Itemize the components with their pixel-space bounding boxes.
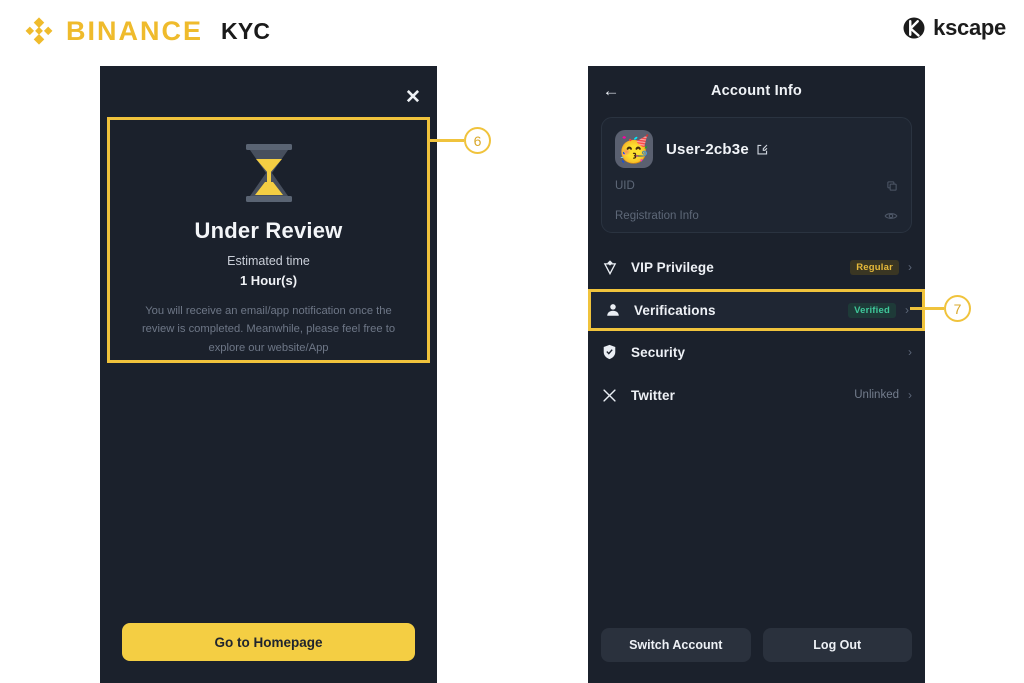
page-title: Under Review bbox=[194, 218, 343, 243]
profile-row-uid[interactable]: UID bbox=[602, 174, 911, 198]
hourglass-icon bbox=[236, 138, 302, 208]
binance-brand: BINANCE KYC bbox=[22, 14, 270, 48]
shield-icon bbox=[601, 344, 618, 361]
link-status-label: Unlinked bbox=[854, 389, 899, 401]
menu-label: Security bbox=[631, 344, 686, 360]
callout-number: 7 bbox=[944, 295, 971, 322]
page-title: Account Info bbox=[710, 83, 802, 99]
chevron-right-icon: › bbox=[905, 303, 909, 317]
chevron-right-icon: › bbox=[908, 260, 912, 274]
brand-subtitle: KYC bbox=[221, 17, 271, 44]
menu-row-meta: Verified › bbox=[848, 302, 909, 318]
go-to-homepage-button[interactable]: Go to Homepage bbox=[122, 623, 415, 661]
brand-name: BINANCE bbox=[66, 15, 204, 46]
chevron-right-icon: › bbox=[908, 345, 912, 359]
close-icon[interactable]: ✕ bbox=[402, 86, 424, 108]
menu-row-meta: Regular › bbox=[850, 259, 912, 275]
under-review-card: Under Review Estimated time 1 Hour(s) Yo… bbox=[107, 117, 430, 363]
status-badge: Verified bbox=[848, 302, 896, 318]
binance-diamond-icon bbox=[25, 17, 53, 45]
screenshot-root: BINANCE KYC kscape ✕ Under Review Estima… bbox=[0, 0, 1024, 683]
estimated-time-value: 1 Hour(s) bbox=[239, 273, 298, 288]
edit-pencil-icon[interactable] bbox=[756, 143, 769, 156]
back-arrow-icon[interactable]: ← bbox=[600, 80, 622, 102]
review-description: You will receive an email/app notificati… bbox=[141, 305, 396, 354]
account-menu: VIP Privilege Regular › Verifications Ve… bbox=[588, 246, 925, 417]
switch-account-button[interactable]: Switch Account bbox=[601, 628, 751, 662]
right-phone-screen: ← Account Info 🥳 User-2cb3e UID Registra… bbox=[588, 66, 925, 683]
menu-row-meta: › bbox=[908, 346, 912, 358]
uid-label: UID bbox=[615, 180, 635, 192]
username-label: User-2cb3e bbox=[666, 140, 749, 158]
menu-label: VIP Privilege bbox=[631, 259, 714, 275]
estimated-time-label: Estimated time bbox=[227, 254, 310, 268]
callout-connector-line bbox=[910, 307, 944, 310]
left-phone-screen: ✕ Under Review Estimated time 1 Hour(s) … bbox=[100, 66, 437, 683]
log-out-button[interactable]: Log Out bbox=[762, 628, 912, 662]
kscape-brand: kscape bbox=[902, 16, 1006, 40]
party-face-avatar[interactable]: 🥳 bbox=[615, 130, 653, 168]
registration-info-label: Registration Info bbox=[615, 210, 699, 222]
eye-icon[interactable] bbox=[884, 209, 898, 223]
account-actions: Switch Account Log Out bbox=[601, 628, 912, 662]
status-badge: Regular bbox=[850, 259, 899, 275]
callout-7: 7 bbox=[910, 295, 971, 322]
profile-identity: 🥳 User-2cb3e bbox=[602, 118, 911, 168]
menu-label: Verifications bbox=[634, 302, 716, 318]
callout-connector-line bbox=[430, 139, 464, 142]
copy-icon[interactable] bbox=[886, 180, 898, 192]
callout-6: 6 bbox=[430, 127, 491, 154]
menu-row-twitter[interactable]: Twitter Unlinked › bbox=[588, 374, 925, 416]
profile-row-registration-info[interactable]: Registration Info bbox=[602, 204, 911, 228]
person-icon bbox=[604, 302, 621, 319]
kscape-circle-icon bbox=[903, 17, 925, 39]
twitter-x-icon bbox=[601, 387, 618, 404]
menu-row-vip-privilege[interactable]: VIP Privilege Regular › bbox=[588, 246, 925, 288]
menu-row-security[interactable]: Security › bbox=[588, 331, 925, 373]
menu-row-meta: Unlinked › bbox=[854, 389, 912, 401]
callout-number: 6 bbox=[464, 127, 491, 154]
account-info-header: ← Account Info bbox=[588, 66, 925, 116]
kscape-label: kscape bbox=[933, 15, 1006, 40]
menu-row-verifications[interactable]: Verifications Verified › bbox=[588, 289, 925, 331]
vip-gem-icon bbox=[601, 259, 618, 276]
chevron-right-icon: › bbox=[908, 388, 912, 402]
profile-card: 🥳 User-2cb3e UID Registration Info bbox=[601, 117, 912, 233]
menu-label: Twitter bbox=[631, 387, 675, 403]
